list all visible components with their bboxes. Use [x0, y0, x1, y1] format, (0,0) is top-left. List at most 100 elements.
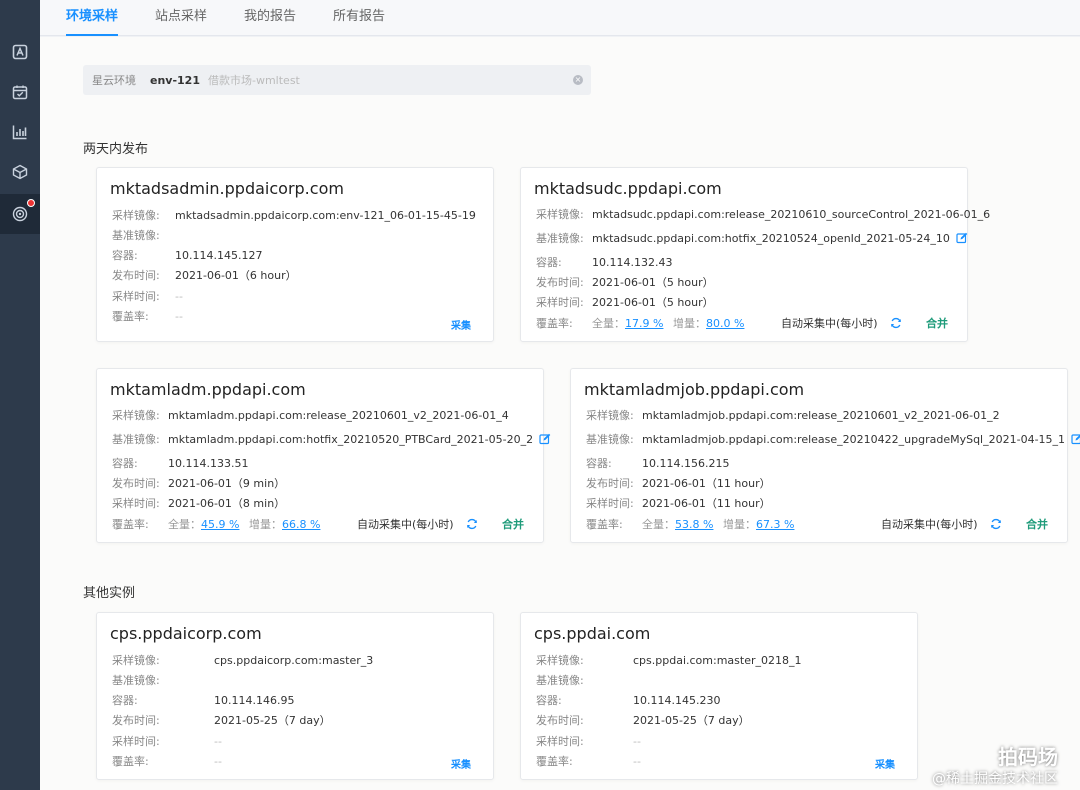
release-time-label: 发布时间:: [536, 714, 584, 727]
sample-button[interactable]: 采集: [451, 756, 471, 771]
release-time-value: 2021-06-01（11 hour）: [642, 477, 771, 490]
env-label: 星云环境: [92, 74, 136, 87]
auto-collect-status: 自动采集中(每小时): [881, 518, 978, 531]
card-title: mktamladm.ppdapi.com: [110, 380, 306, 399]
sample-time-label: 采样时间:: [112, 290, 160, 303]
instance-card: mktadsadmin.ppdaicorp.com 采样镜像: mktadsadm…: [96, 167, 494, 342]
image-label: 采样镜像:: [112, 654, 160, 667]
refresh-icon[interactable]: [990, 518, 1002, 535]
auto-collect-status: 自动采集中(每小时): [781, 317, 878, 330]
container-label: 容器:: [536, 256, 562, 269]
sample-time-value: 2021-06-01（5 hour）: [592, 296, 714, 309]
sample-time-label: 采样时间:: [112, 735, 160, 748]
release-time-value: 2021-05-25（7 day）: [214, 714, 331, 727]
image-value: mktadsadmin.ppdaicorp.com:env-121_06-01-…: [175, 209, 476, 222]
image-value: mktamladm.ppdapi.com:release_20210601_v2…: [168, 409, 509, 422]
release-time-label: 发布时间:: [112, 269, 160, 282]
edit-icon[interactable]: [539, 433, 551, 450]
container-label: 容器:: [112, 457, 138, 470]
container-label: 容器:: [586, 457, 612, 470]
section-recent-title: 两天内发布: [83, 142, 149, 157]
auto-collect-status: 自动采集中(每小时): [357, 518, 454, 531]
base-value: mktamladmjob.ppdapi.com:release_20210422…: [642, 433, 1066, 446]
release-time-value: 2021-06-01（5 hour）: [592, 276, 714, 289]
top-tabs: 环境采样 站点采样 我的报告 所有报告: [40, 0, 1080, 36]
instance-card: mktamladmjob.ppdapi.com 采样镜像: mktamladmjo…: [570, 368, 1080, 543]
sample-time-label: 采样时间:: [586, 497, 634, 510]
app-logo-icon[interactable]: [8, 40, 32, 64]
target-icon[interactable]: [0, 194, 40, 234]
coverage-inc-label: 增量：: [723, 518, 756, 531]
clear-icon[interactable]: ×: [573, 75, 583, 85]
image-value: cps.ppdai.com:master_0218_1: [633, 654, 802, 667]
container-value: 10.114.145.127: [175, 249, 263, 262]
coverage-inc-link[interactable]: 66.8 %: [282, 518, 320, 531]
merge-button[interactable]: 合并: [502, 517, 524, 533]
container-value: 10.114.145.230: [633, 694, 721, 707]
coverage-inc-label: 增量：: [249, 518, 282, 531]
base-label: 基准镜像:: [586, 433, 634, 446]
base-label: 基准镜像:: [112, 433, 160, 446]
container-label: 容器:: [112, 694, 138, 707]
bar-chart-icon[interactable]: [8, 120, 32, 144]
coverage-label: 覆盖率:: [112, 310, 149, 323]
release-time-label: 发布时间:: [112, 477, 160, 490]
merge-button[interactable]: 合并: [1026, 517, 1048, 533]
image-label: 采样镜像:: [536, 208, 584, 221]
watermark-subtitle: @稀土掘金技术社区: [932, 771, 1058, 787]
coverage-inc-link[interactable]: 67.3 %: [756, 518, 794, 531]
coverage-all-label: 全量：: [642, 518, 675, 531]
container-value: 10.114.132.43: [592, 256, 673, 269]
coverage-all-link[interactable]: 53.8 %: [675, 518, 713, 531]
coverage-value: --: [214, 755, 222, 768]
tab-site-sampling[interactable]: 站点采样: [155, 0, 207, 36]
sample-time-value: 2021-06-01（8 min）: [168, 497, 286, 510]
sample-time-value: --: [175, 290, 183, 303]
base-label: 基准镜像:: [536, 674, 584, 687]
calendar-check-icon[interactable]: [8, 80, 32, 104]
edit-icon[interactable]: [1071, 433, 1080, 450]
release-time-value: 2021-06-01（9 min）: [168, 477, 286, 490]
coverage-value: --: [633, 755, 641, 768]
env-value: env-121: [150, 73, 200, 87]
coverage-label: 覆盖率:: [112, 518, 149, 531]
release-time-value: 2021-06-01（6 hour）: [175, 269, 297, 282]
sample-time-label: 采样时间:: [536, 735, 584, 748]
coverage-all-link[interactable]: 17.9 %: [625, 317, 663, 330]
notification-badge: [27, 199, 35, 207]
cube-icon[interactable]: [8, 160, 32, 184]
base-label: 基准镜像:: [536, 232, 584, 245]
coverage-label: 覆盖率:: [536, 317, 573, 330]
instance-card: cps.ppdaicorp.com 采样镜像: cps.ppdaicorp.com…: [96, 612, 494, 780]
container-value: 10.114.146.95: [214, 694, 295, 707]
card-title: cps.ppdaicorp.com: [110, 624, 262, 643]
env-selector[interactable]: 星云环境 env-121 借款市场-wmltest ×: [83, 65, 591, 95]
release-time-label: 发布时间:: [586, 477, 634, 490]
sample-time-value: 2021-06-01（11 hour）: [642, 497, 771, 510]
base-value: mktamladm.ppdapi.com:hotfix_20210520_PTB…: [168, 433, 534, 446]
image-label: 采样镜像:: [586, 409, 634, 422]
tab-env-sampling[interactable]: 环境采样: [66, 0, 119, 36]
sample-time-value: --: [633, 735, 641, 748]
sample-button[interactable]: 采集: [451, 317, 471, 332]
coverage-all-link[interactable]: 45.9 %: [201, 518, 239, 531]
base-value: mktadsudc.ppdapi.com:hotfix_20210524_ope…: [592, 232, 950, 245]
coverage-inc-link[interactable]: 80.0 %: [706, 317, 744, 330]
refresh-icon[interactable]: [466, 518, 478, 535]
tab-my-reports[interactable]: 我的报告: [244, 0, 296, 36]
coverage-label: 覆盖率:: [586, 518, 623, 531]
coverage-label: 覆盖率:: [536, 755, 573, 768]
tab-all-reports[interactable]: 所有报告: [333, 0, 385, 36]
base-label: 基准镜像:: [112, 229, 160, 242]
merge-button[interactable]: 合并: [926, 316, 948, 332]
container-value: 10.114.133.51: [168, 457, 249, 470]
sidebar: [0, 0, 40, 790]
container-label: 容器:: [112, 249, 138, 262]
edit-icon[interactable]: [956, 232, 968, 249]
sample-button[interactable]: 采集: [875, 756, 895, 771]
watermark-title: 拍码场: [998, 745, 1058, 769]
image-value: cps.ppdaicorp.com:master_3: [214, 654, 374, 667]
instance-card: mktamladm.ppdapi.com 采样镜像: mktamladm.ppda…: [96, 368, 551, 543]
card-title: mktadsadmin.ppdaicorp.com: [110, 179, 344, 198]
refresh-icon[interactable]: [890, 317, 902, 334]
